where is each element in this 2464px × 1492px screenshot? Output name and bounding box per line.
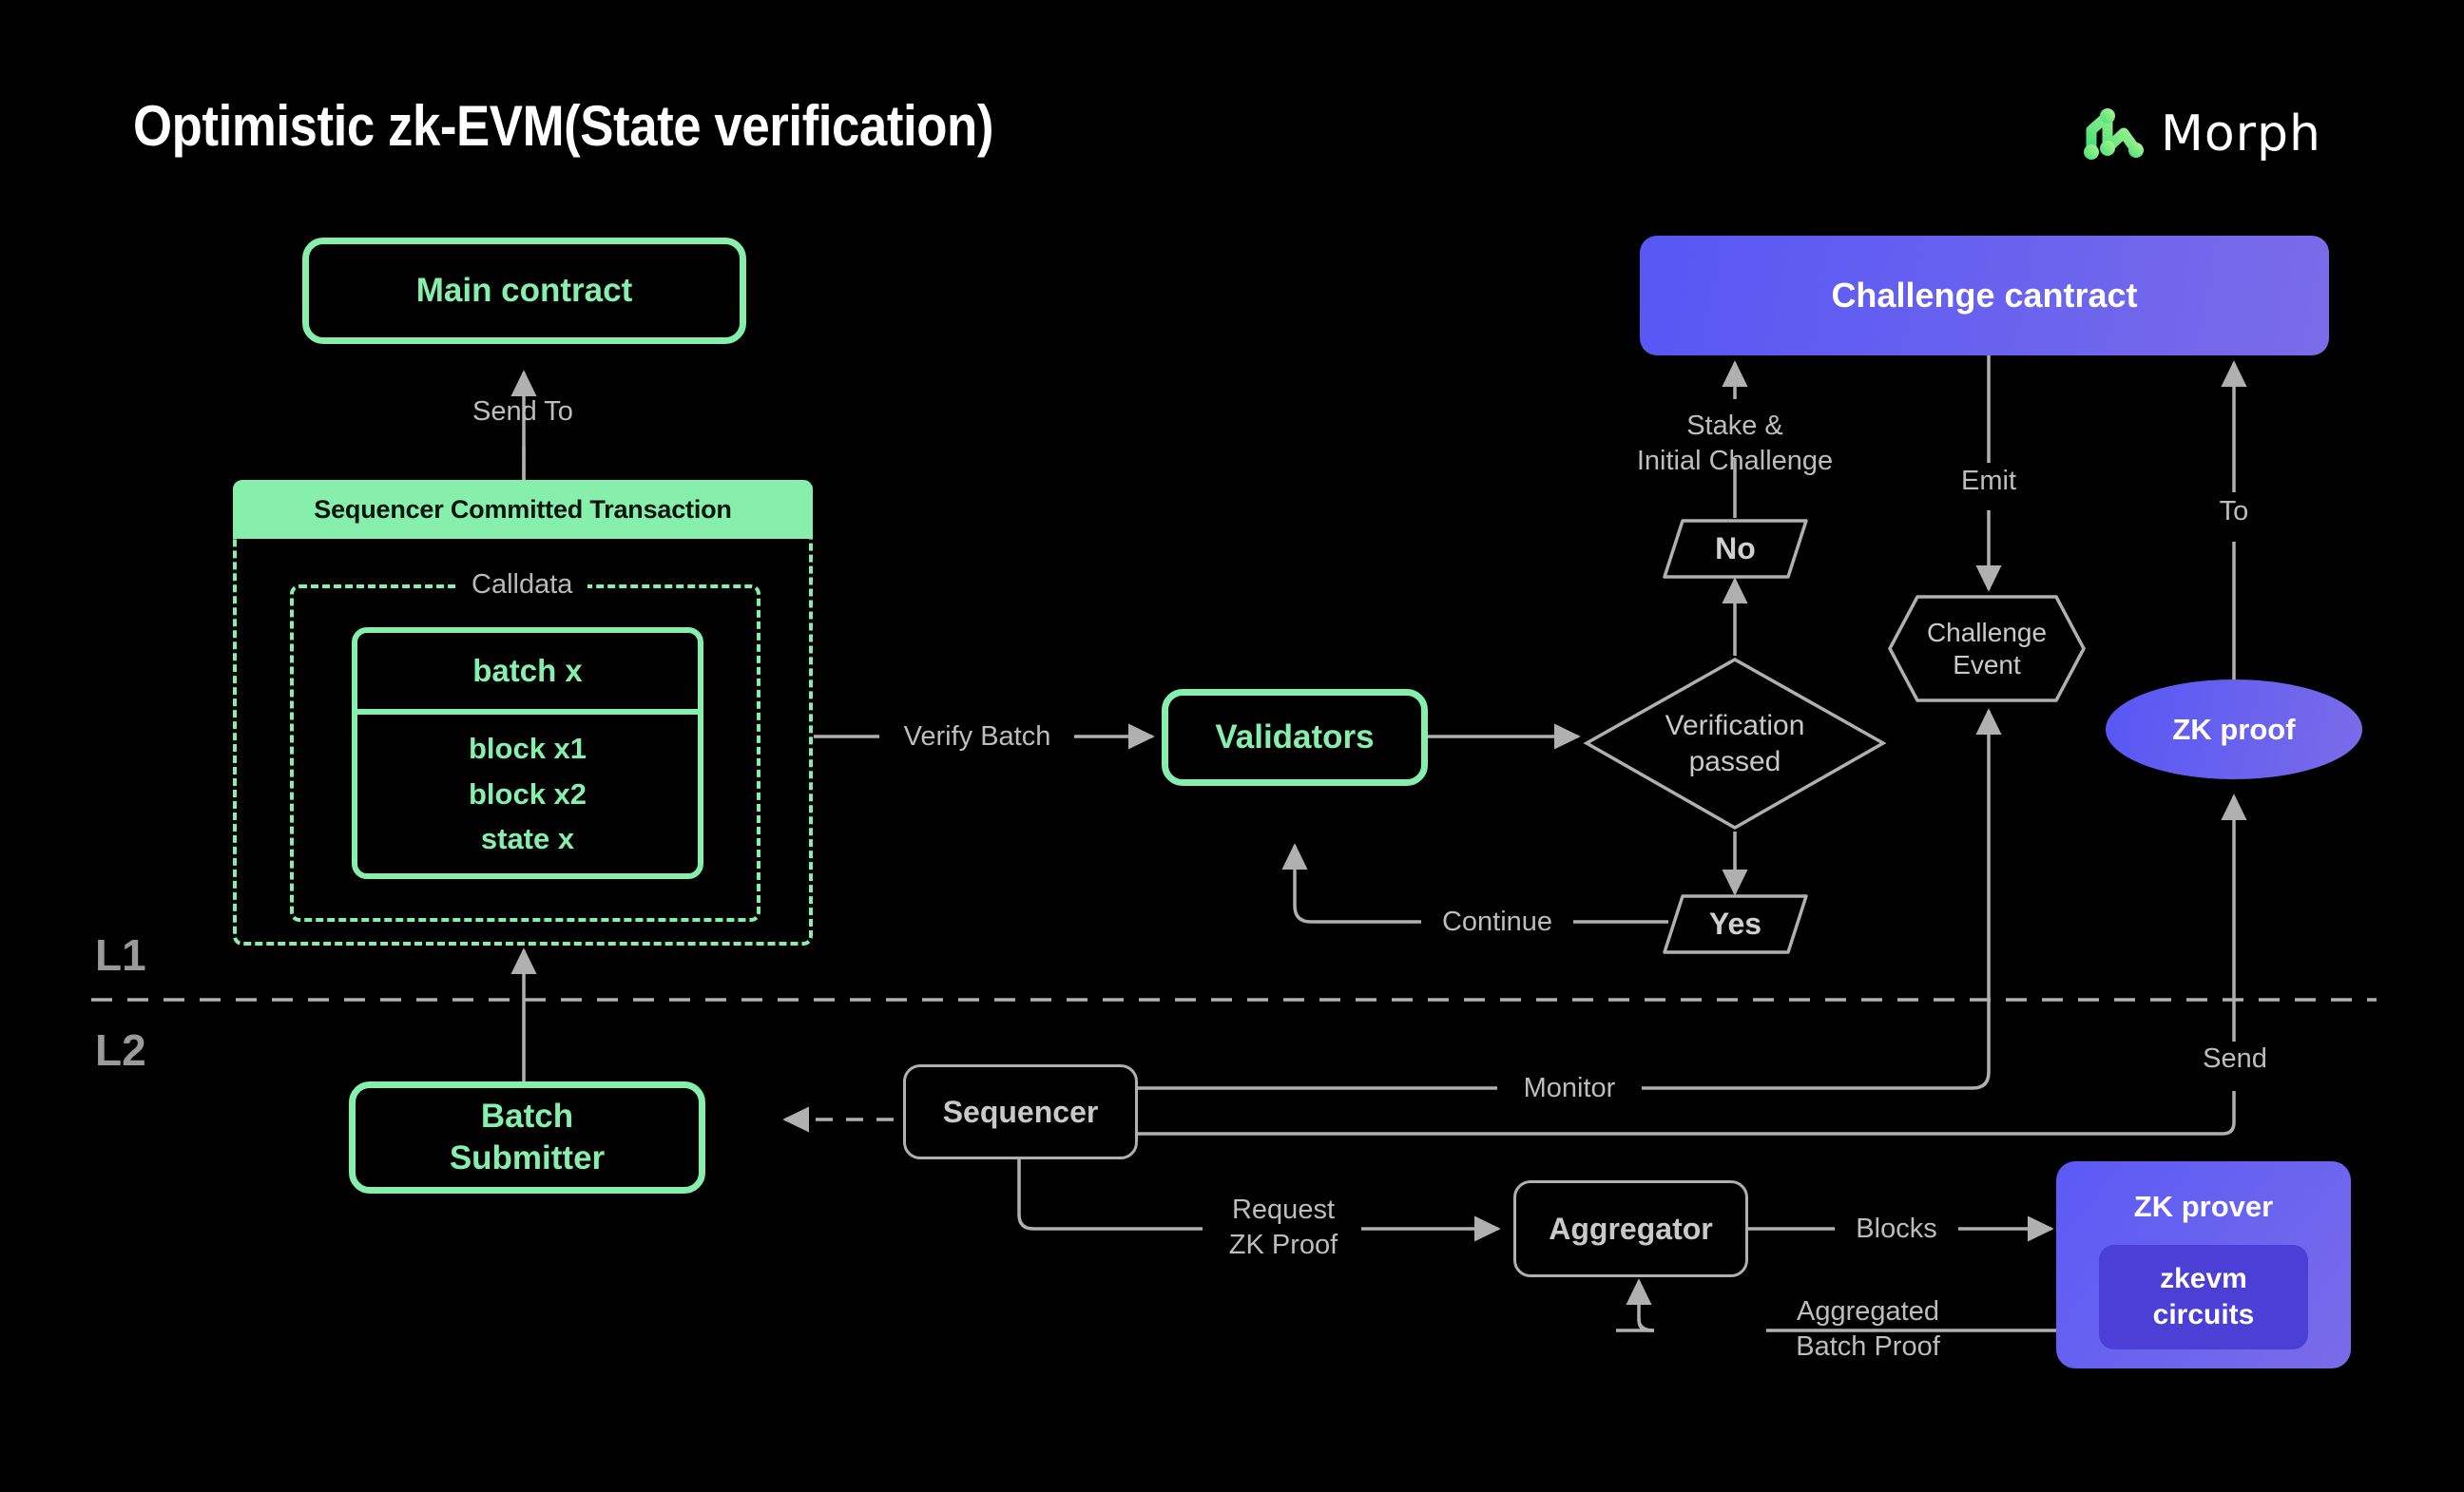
edge-label-request-zk-proof: Request ZK Proof [1200, 1193, 1367, 1263]
challenge-contract-node[interactable]: Challenge cantract [1640, 236, 2329, 355]
challenge-contract-label: Challenge cantract [1831, 276, 2138, 315]
edge-request-zk-a [1017, 1159, 1203, 1231]
edge-label-monitor: Monitor [1523, 1073, 1616, 1103]
batch-node[interactable]: batch x block x1 block x2 state x [352, 627, 703, 879]
zk-prover-label: ZK prover [2133, 1190, 2274, 1223]
aggregator-label: Aggregator [1549, 1211, 1713, 1246]
batch-title: batch x [357, 633, 698, 715]
zk-prover-node[interactable]: ZK prover zkevm circuits [2056, 1161, 2351, 1368]
stake-line1: Stake & [1686, 411, 1783, 441]
calldata-label: Calldata [456, 566, 588, 603]
yes-label: Yes [1708, 907, 1762, 941]
zkevm-circuits-line1: zkevm [2160, 1263, 2247, 1294]
edge-agg-proof-b [1616, 1278, 1655, 1332]
zkevm-circuits-node[interactable]: zkevm circuits [2099, 1245, 2308, 1349]
verification-passed-line2: passed [1688, 745, 1781, 777]
sct-label: Sequencer Committed Transaction [314, 494, 732, 524]
edge-label-continue: Continue [1441, 907, 1553, 937]
batch-row-state-x: state x [480, 822, 575, 856]
diagram-canvas: Optimistic zk-EVM(State verification) Mo… [0, 0, 2464, 1492]
zkevm-circuits-line2: circuits [2152, 1299, 2255, 1330]
agg-proof-line1: Aggregated [1797, 1296, 1939, 1327]
edge-label-verify-batch: Verify Batch [903, 721, 1051, 752]
batch-submitter-line2: Submitter [449, 1139, 606, 1176]
aggregator-node[interactable]: Aggregator [1513, 1180, 1748, 1277]
challenge-event-node[interactable]: Challenge Event [1887, 594, 2087, 703]
batch-rows: block x1 block x2 state x [357, 715, 698, 873]
edge-label-send: Send [2203, 1043, 2267, 1074]
zk-proof-label: ZK proof [2172, 712, 2296, 746]
edge-send-a [1138, 1091, 2236, 1136]
validators-label: Validators [1215, 718, 1375, 756]
verification-passed-line1: Verification [1665, 709, 1805, 741]
layer-label-l2: L2 [95, 1025, 146, 1075]
edge-label-send-to: Send To [472, 396, 573, 427]
verification-passed-decision[interactable]: Verification passed [1583, 656, 1887, 832]
yes-node[interactable]: Yes [1662, 893, 1809, 955]
challenge-event-line2: Event [1953, 649, 2021, 679]
edge-label-stake-initial-challenge: Stake & Initial Challenge [1573, 409, 1896, 479]
request-zk-line2: ZK Proof [1228, 1230, 1338, 1260]
validators-node[interactable]: Validators [1162, 689, 1428, 786]
sequencer-committed-transaction-header[interactable]: Sequencer Committed Transaction [233, 480, 813, 539]
agg-proof-line2: Batch Proof [1796, 1331, 1940, 1362]
edge-label-emit: Emit [1961, 466, 2016, 496]
no-node[interactable]: No [1662, 518, 1809, 580]
sequencer-node[interactable]: Sequencer [903, 1064, 1138, 1159]
edge-label-to: To [2219, 496, 2249, 526]
main-contract-label: Main contract [415, 272, 633, 309]
batch-submitter-node[interactable]: Batch Submitter [349, 1081, 705, 1194]
challenge-event-line1: Challenge [1926, 617, 2048, 647]
batch-row-block-x1: block x1 [468, 731, 587, 765]
batch-row-block-x2: block x2 [468, 776, 587, 811]
main-contract-node[interactable]: Main contract [302, 238, 746, 344]
sequencer-label: Sequencer [942, 1094, 1099, 1129]
zk-proof-node[interactable]: ZK proof [2106, 679, 2362, 779]
edge-label-aggregated-batch-proof: Aggregated Batch Proof [1754, 1294, 1982, 1365]
challenge-event-label: Challenge Event [1887, 594, 2087, 703]
edge-label-blocks: Blocks [1856, 1214, 1937, 1244]
verification-passed-label: Verification passed [1583, 656, 1887, 832]
request-zk-line1: Request [1231, 1195, 1335, 1225]
edge-continue-to-validators [1281, 843, 1421, 924]
no-label: No [1715, 531, 1756, 565]
layer-label-l1: L1 [95, 930, 146, 980]
batch-submitter-line1: Batch [480, 1098, 574, 1135]
stake-line2: Initial Challenge [1636, 446, 1834, 476]
